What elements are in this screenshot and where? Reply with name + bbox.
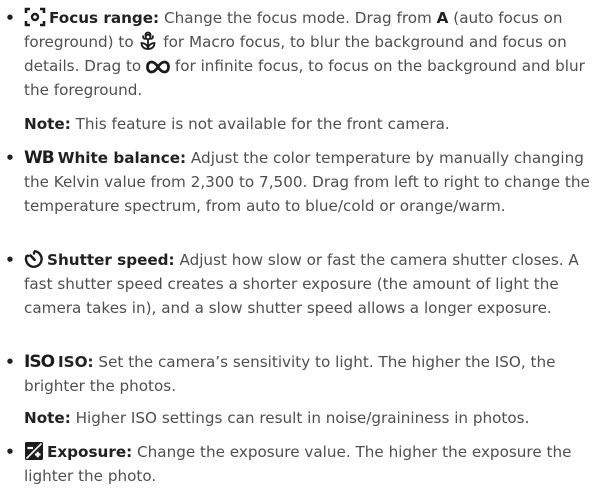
list-item-iso: • ISO ISO: Set the camera’s sensitivity t… bbox=[4, 350, 600, 398]
iso-icon: ISO bbox=[24, 352, 55, 372]
exposure-icon bbox=[24, 441, 44, 461]
item-text: ISO ISO: Set the camera’s sensitivity to … bbox=[24, 350, 600, 398]
note-focus-range: Note: This feature is not available for … bbox=[24, 112, 600, 136]
item-label: ISO: bbox=[58, 353, 94, 371]
help-document: • Focus range: Change the focus mode. Dr… bbox=[0, 0, 606, 485]
focus-range-icon bbox=[24, 7, 46, 27]
bullet: • bbox=[5, 9, 15, 27]
item-desc-part: Change the focus mode. Drag from bbox=[159, 9, 437, 27]
list-item-shutter-speed: • Shutter speed: Adjust how slow or fast… bbox=[4, 248, 600, 320]
list-item-exposure: • Exposure: Change the exposure value. T… bbox=[4, 440, 600, 488]
item-desc: Set the camera’s sensitivity to light. T… bbox=[24, 353, 556, 395]
note-iso: Note: Higher ISO settings can result in … bbox=[24, 406, 600, 430]
bullet: • bbox=[5, 149, 15, 167]
item-text: Exposure: Change the exposure value. The… bbox=[24, 440, 600, 488]
bullet: • bbox=[5, 353, 15, 371]
item-label: Exposure: bbox=[47, 443, 133, 461]
note-text: Higher ISO settings can result in noise/… bbox=[70, 409, 530, 427]
item-text: WB White balance: Adjust the color temper… bbox=[24, 146, 600, 218]
note-label: Note: bbox=[24, 115, 71, 133]
auto-focus-letter: A bbox=[436, 9, 449, 27]
item-label: Focus range: bbox=[49, 9, 160, 27]
list-item-white-balance: • WB White balance: Adjust the color temp… bbox=[4, 146, 600, 218]
infinity-icon bbox=[146, 59, 170, 75]
note-label: Note: bbox=[24, 409, 71, 427]
item-text: Shutter speed: Adjust how slow or fast t… bbox=[24, 248, 600, 320]
white-balance-icon: WB bbox=[24, 148, 55, 168]
bullet: • bbox=[5, 443, 15, 461]
bullet: • bbox=[5, 251, 15, 269]
note-text: This feature is not available for the fr… bbox=[70, 115, 450, 133]
list-item-focus-range: • Focus range: Change the focus mode. Dr… bbox=[4, 6, 600, 102]
item-label: White balance: bbox=[57, 149, 187, 167]
item-text: Focus range: Change the focus mode. Drag… bbox=[24, 6, 600, 102]
macro-flower-icon bbox=[138, 31, 158, 51]
item-label: Shutter speed: bbox=[47, 251, 175, 269]
shutter-speed-icon bbox=[24, 249, 44, 269]
